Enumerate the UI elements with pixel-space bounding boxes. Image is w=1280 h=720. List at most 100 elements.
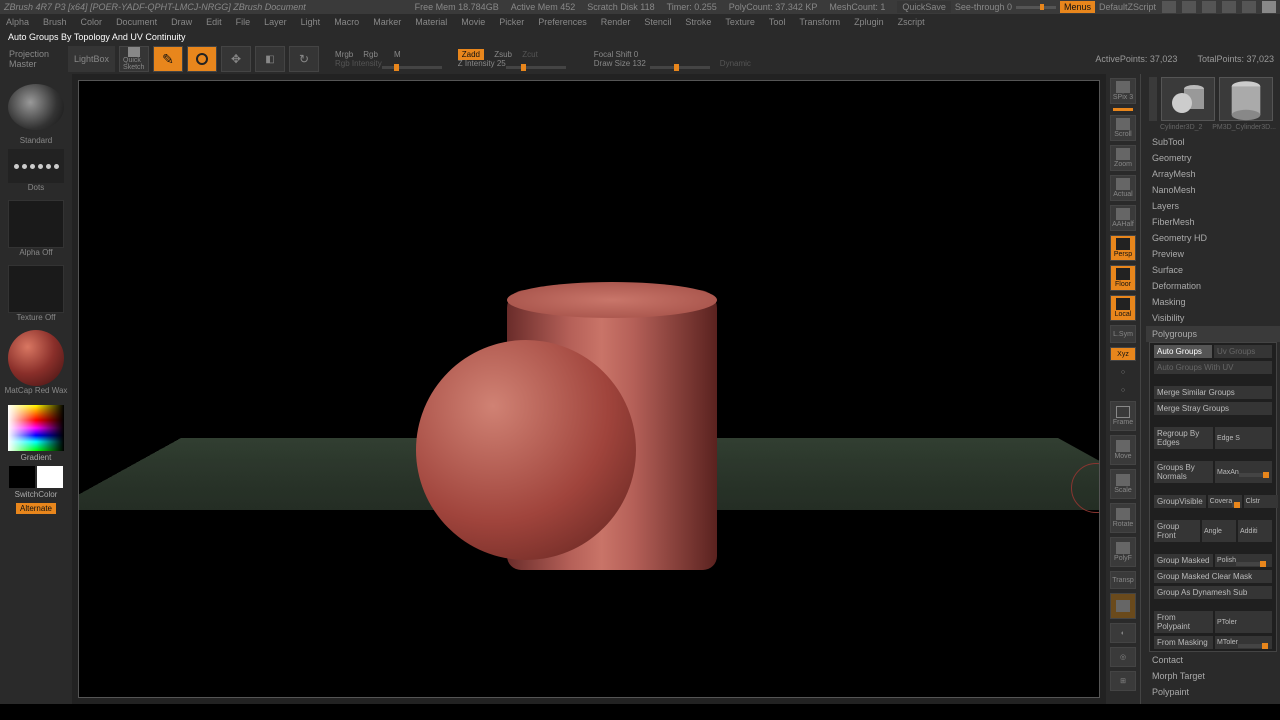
menu-tool[interactable]: Tool xyxy=(769,17,786,27)
panel-arraymesh[interactable]: ArrayMesh xyxy=(1146,166,1280,182)
menu-stencil[interactable]: Stencil xyxy=(644,17,671,27)
menu-document[interactable]: Document xyxy=(116,17,157,27)
menu-stroke[interactable]: Stroke xyxy=(685,17,711,27)
menu-file[interactable]: File xyxy=(236,17,251,27)
group-masked-clear-button[interactable]: Group Masked Clear Mask xyxy=(1154,570,1272,583)
nav-dot2[interactable]: ○ xyxy=(1110,383,1136,397)
cluster-slider[interactable]: Clstr xyxy=(1244,495,1278,508)
rgb-button[interactable]: Rgb xyxy=(363,50,378,59)
mrgb-button[interactable]: Mrgb xyxy=(335,50,353,59)
nav-scale-button[interactable]: Scale xyxy=(1110,469,1136,499)
panel-deformation[interactable]: Deformation xyxy=(1146,278,1280,294)
ptoler-slider[interactable]: PToler xyxy=(1215,611,1272,633)
panel-visibility[interactable]: Visibility xyxy=(1146,310,1280,326)
panel-polypaint[interactable]: Polypaint xyxy=(1146,684,1280,700)
local-button[interactable]: Local xyxy=(1110,295,1136,321)
window-min[interactable] xyxy=(1222,1,1236,13)
polish-slider[interactable]: Polish xyxy=(1215,554,1272,567)
from-masking-button[interactable]: From Masking xyxy=(1154,636,1213,649)
menu-picker[interactable]: Picker xyxy=(499,17,524,27)
auto-groups-button[interactable]: Auto Groups xyxy=(1154,345,1212,358)
tool-preview-current[interactable] xyxy=(1161,77,1215,121)
swatch-secondary[interactable] xyxy=(37,466,63,488)
panel-uvmap[interactable]: UV Map xyxy=(1146,700,1280,704)
xyz-button[interactable]: Xyz xyxy=(1110,347,1136,361)
move-button[interactable]: ✥ xyxy=(221,46,251,72)
nav-extra-button[interactable]: ⊞ xyxy=(1110,671,1136,691)
defaultzscript-button[interactable]: DefaultZScript xyxy=(1099,2,1156,12)
menu-movie[interactable]: Movie xyxy=(461,17,485,27)
group-dynamesh-button[interactable]: Group As Dynamesh Sub xyxy=(1154,586,1272,599)
draw-size-slider[interactable] xyxy=(650,66,710,69)
panel-masking[interactable]: Masking xyxy=(1146,294,1280,310)
solo-dynamic-button[interactable]: ◎ xyxy=(1110,647,1136,667)
window-close[interactable] xyxy=(1262,1,1276,13)
groupvisible-button[interactable]: GroupVisible xyxy=(1154,495,1206,508)
lsym-button[interactable]: L.Sym xyxy=(1110,325,1136,343)
panel-preview[interactable]: Preview xyxy=(1146,246,1280,262)
draw-button[interactable] xyxy=(187,46,217,72)
persp-button[interactable]: Persp xyxy=(1110,235,1136,261)
menu-zscript[interactable]: Zscript xyxy=(898,17,925,27)
switchcolor-button[interactable]: SwitchColor xyxy=(15,490,58,499)
regroup-edges-button[interactable]: Regroup By Edges xyxy=(1154,427,1213,449)
menu-draw[interactable]: Draw xyxy=(171,17,192,27)
texture-thumbnail[interactable] xyxy=(8,265,64,313)
zsub-button[interactable]: Zsub xyxy=(494,50,512,59)
menu-layer[interactable]: Layer xyxy=(264,17,287,27)
brush-thumbnail[interactable] xyxy=(8,84,64,130)
actual-button[interactable]: Actual xyxy=(1110,175,1136,201)
alternate-button[interactable]: Alternate xyxy=(16,503,56,514)
menu-bar[interactable]: Alpha Brush Color Document Draw Edit Fil… xyxy=(0,14,1280,30)
window-btn-2[interactable] xyxy=(1182,1,1196,13)
floor-button[interactable]: Floor xyxy=(1110,265,1136,291)
menus-button[interactable]: Menus xyxy=(1060,1,1095,13)
panel-surface[interactable]: Surface xyxy=(1146,262,1280,278)
color-picker[interactable] xyxy=(8,405,64,451)
aahalf-button[interactable]: AAHalf xyxy=(1110,205,1136,231)
window-btn-1[interactable] xyxy=(1162,1,1176,13)
mtoler-slider[interactable]: MToler xyxy=(1215,636,1272,649)
group-front-button[interactable]: Group Front xyxy=(1154,520,1200,542)
menu-color[interactable]: Color xyxy=(81,17,103,27)
seethrough-slider[interactable] xyxy=(1016,6,1056,9)
menu-preferences[interactable]: Preferences xyxy=(538,17,587,27)
window-max[interactable] xyxy=(1242,1,1256,13)
menu-macro[interactable]: Macro xyxy=(334,17,359,27)
nav-move-button[interactable]: Move xyxy=(1110,435,1136,465)
front-angle-slider[interactable]: Angle xyxy=(1202,520,1236,542)
menu-zplugin[interactable]: Zplugin xyxy=(854,17,884,27)
coverage-slider[interactable]: Covera xyxy=(1208,495,1242,508)
groups-normals-button[interactable]: Groups By Normals xyxy=(1154,461,1213,483)
lightbox-button[interactable]: LightBox xyxy=(68,46,115,72)
uv-groups-button[interactable]: Uv Groups xyxy=(1214,345,1272,358)
viewport[interactable] xyxy=(78,80,1100,698)
merge-similar-button[interactable]: Merge Similar Groups xyxy=(1154,386,1272,399)
quicksave-button[interactable]: QuickSave xyxy=(897,1,951,13)
edge-s-slider[interactable]: Edge S xyxy=(1215,427,1272,449)
menu-transform[interactable]: Transform xyxy=(799,17,840,27)
scale-button[interactable]: ◧ xyxy=(255,46,285,72)
merge-stray-button[interactable]: Merge Stray Groups xyxy=(1154,402,1272,415)
panel-geometry[interactable]: Geometry xyxy=(1146,150,1280,166)
panel-morphtarget[interactable]: Morph Target xyxy=(1146,668,1280,684)
panel-nanomesh[interactable]: NanoMesh xyxy=(1146,182,1280,198)
menu-edit[interactable]: Edit xyxy=(206,17,222,27)
panel-fibermesh[interactable]: FiberMesh xyxy=(1146,214,1280,230)
m-button[interactable]: M xyxy=(394,50,401,59)
quicksketch-button[interactable]: Quick Sketch xyxy=(119,46,149,72)
nav-rotate-button[interactable]: Rotate xyxy=(1110,503,1136,533)
group-masked-button[interactable]: Group Masked xyxy=(1154,554,1213,567)
rgb-intensity-slider[interactable] xyxy=(382,66,442,69)
menu-marker[interactable]: Marker xyxy=(373,17,401,27)
frame-button[interactable]: Frame xyxy=(1110,401,1136,431)
dynamic-button[interactable]: Dynamic xyxy=(720,59,751,68)
additive-button[interactable]: Additi xyxy=(1238,520,1272,542)
tool-scroll[interactable] xyxy=(1149,77,1157,121)
material-thumbnail[interactable] xyxy=(8,330,64,386)
menu-material[interactable]: Material xyxy=(415,17,447,27)
nav-dot1[interactable]: ○ xyxy=(1110,365,1136,379)
zoom-button[interactable]: Zoom xyxy=(1110,145,1136,171)
projection-master-button[interactable]: Projection Master xyxy=(6,46,64,72)
ghost-button[interactable] xyxy=(1110,593,1136,619)
